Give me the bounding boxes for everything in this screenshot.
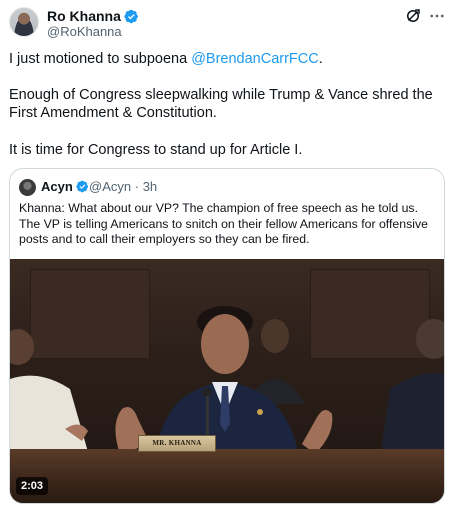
post-text-line1: I just motioned to subpoena @BrendanCarr… [9, 50, 445, 68]
quote-author-name-row[interactable]: Acyn [41, 179, 89, 195]
quoted-post-card[interactable]: Acyn @Acyn · 3h Khanna: What about our V… [9, 168, 445, 504]
quote-author-name[interactable]: Acyn [41, 179, 73, 194]
mention-link[interactable]: @BrendanCarrFCC [191, 51, 319, 67]
meta-separator: · [134, 179, 140, 194]
author-handle[interactable]: @RoKhanna [47, 24, 122, 40]
verified-badge-icon [76, 180, 88, 193]
grok-icon[interactable] [404, 7, 422, 25]
person-right-figure [380, 319, 444, 459]
author-avatar[interactable] [9, 7, 39, 37]
post: Ro Khanna @RoKhanna I just motioned to s… [0, 0, 454, 512]
more-dots-icon[interactable] [428, 7, 446, 25]
dais [10, 449, 444, 503]
quote-text: Khanna: What about our VP? The champion … [19, 201, 428, 246]
author-name[interactable]: Ro Khanna [47, 8, 121, 24]
nameplate: MR. KHANNA [138, 435, 216, 452]
video-player[interactable]: MR. KHANNA 2:03 [10, 259, 444, 503]
verified-badge-icon [124, 9, 138, 24]
post-text-prefix: I just motioned to subpoena [9, 51, 192, 67]
quote-author-avatar[interactable] [19, 179, 36, 196]
quote-author-handle[interactable]: @Acyn [89, 179, 131, 194]
quote-meta: @Acyn · 3h [89, 179, 157, 195]
post-text-suffix: . [318, 51, 323, 67]
post-text-para2: Enough of Congress sleepwalking while Tr… [9, 87, 433, 121]
person-left-figure [10, 329, 90, 459]
quote-time[interactable]: 3h [143, 179, 157, 194]
author-name-row[interactable]: Ro Khanna [47, 8, 139, 25]
video-duration: 2:03 [16, 477, 49, 495]
post-text-para3: It is time for Congress to stand up for … [9, 142, 303, 158]
